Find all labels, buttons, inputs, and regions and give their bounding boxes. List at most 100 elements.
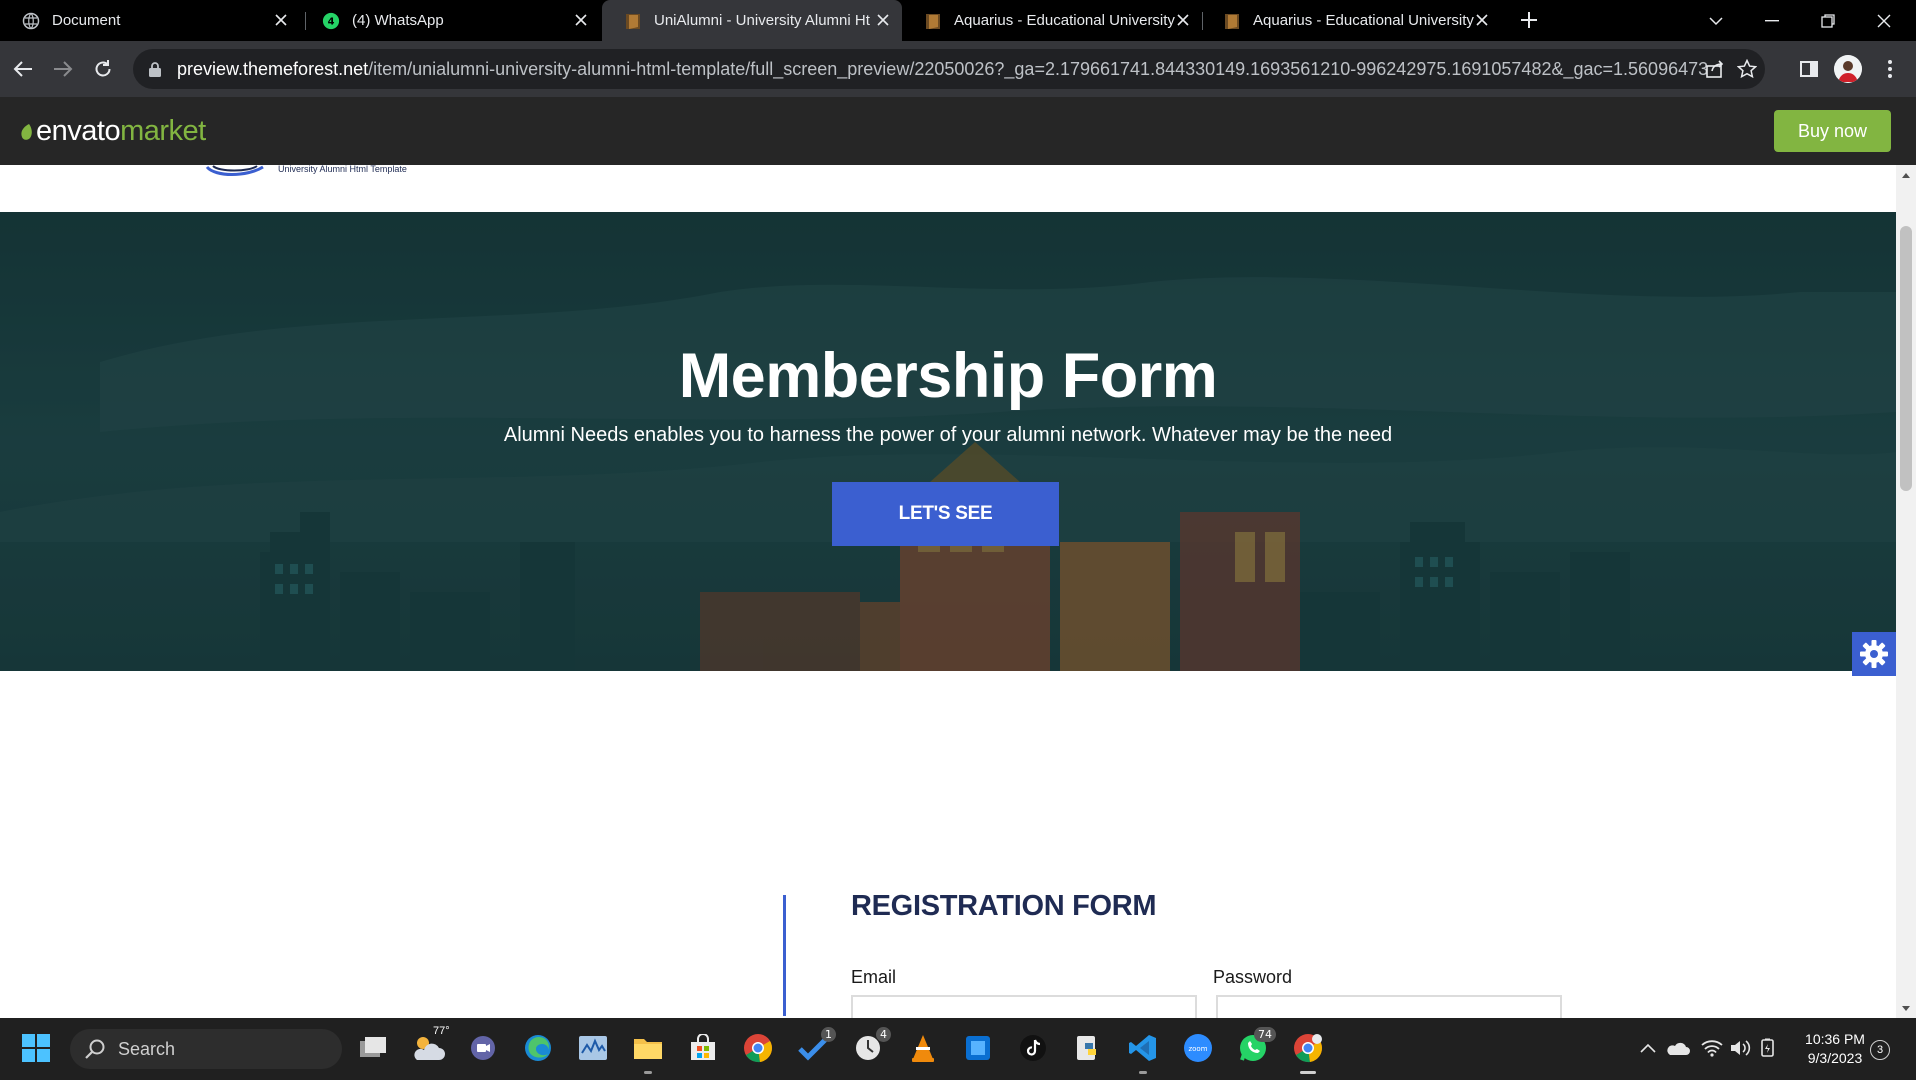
tiktok-icon[interactable] xyxy=(1016,1031,1050,1065)
forward-arrow-icon[interactable] xyxy=(48,54,78,84)
registration-accent-bar xyxy=(783,895,786,1016)
envato-market-logo[interactable]: envato market xyxy=(20,115,206,148)
tab-document[interactable]: Document xyxy=(0,0,300,41)
windows-start-icon[interactable] xyxy=(19,1031,53,1065)
reload-icon[interactable] xyxy=(88,54,118,84)
whatsapp-icon: 4 xyxy=(322,12,340,30)
clock-badge: 4 xyxy=(876,1027,891,1042)
address-bar[interactable]: preview.themeforest.net/item/unialumni-u… xyxy=(133,49,1765,89)
windows-taskbar: Search 77° 1 4 zoom 74 10:36 PM 9/3/2023… xyxy=(0,1018,1916,1080)
search-icon xyxy=(85,1039,105,1059)
themeforest-icon xyxy=(924,12,942,30)
url-host: preview.themeforest.net xyxy=(177,58,369,79)
close-tab-icon[interactable] xyxy=(874,11,892,29)
weather-widget-icon[interactable]: 77° xyxy=(411,1025,450,1065)
active-indicator xyxy=(1300,1071,1316,1074)
chrome-active-icon[interactable] xyxy=(1291,1031,1325,1074)
tab-title: Aquarius - Educational University xyxy=(954,12,1175,29)
search-placeholder: Search xyxy=(118,1038,176,1059)
tab-title: Aquarius - Educational University xyxy=(1253,12,1474,29)
minimize-icon[interactable] xyxy=(1744,0,1800,41)
wifi-icon[interactable] xyxy=(1700,1036,1724,1060)
show-hidden-icons-chevron-icon[interactable] xyxy=(1636,1036,1660,1060)
tab-search-icon[interactable] xyxy=(1688,0,1744,41)
todo-badge: 1 xyxy=(821,1027,836,1042)
hero-banner: Membership Form Alumni Needs enables you… xyxy=(0,212,1896,671)
close-window-icon[interactable] xyxy=(1856,0,1912,41)
running-indicator xyxy=(1139,1071,1147,1074)
university-logo-icon[interactable] xyxy=(205,165,265,177)
scrollbar-thumb[interactable] xyxy=(1900,226,1912,491)
close-tab-icon[interactable] xyxy=(272,11,290,29)
system-clock[interactable]: 10:36 PM 9/3/2023 xyxy=(1795,1030,1875,1068)
clock-app-icon[interactable]: 4 xyxy=(851,1027,891,1065)
url-path: /item/unialumni-university-alumni-html-t… xyxy=(368,58,1707,79)
browser-toolbar: preview.themeforest.net/item/unialumni-u… xyxy=(0,41,1916,97)
scroll-up-arrow-icon[interactable] xyxy=(1901,171,1911,181)
vlc-icon[interactable] xyxy=(906,1031,940,1065)
tab-title: (4) WhatsApp xyxy=(352,12,444,29)
microsoft-store-icon[interactable] xyxy=(686,1031,720,1065)
vscode-icon[interactable] xyxy=(1126,1031,1160,1074)
running-indicator xyxy=(644,1071,652,1074)
tab-aquarius-2[interactable]: Aquarius - Educational University xyxy=(1201,0,1501,41)
registration-form-title: REGISTRATION FORM xyxy=(851,890,1157,922)
tab-aquarius-1[interactable]: Aquarius - Educational University xyxy=(902,0,1202,41)
bookmark-star-icon[interactable] xyxy=(1736,58,1758,79)
notification-count-badge[interactable]: 3 xyxy=(1870,1040,1890,1060)
clock-time: 10:36 PM xyxy=(1805,1031,1865,1047)
volume-icon[interactable] xyxy=(1728,1036,1752,1060)
themeforest-icon xyxy=(1223,12,1241,30)
lets-see-button[interactable]: LET'S SEE xyxy=(832,482,1059,546)
performance-monitor-icon[interactable] xyxy=(576,1031,610,1065)
tab-unialumni[interactable]: UniAlumni - University Alumni Ht xyxy=(602,0,902,41)
envato-preview-bar: envato market Buy now xyxy=(0,97,1916,165)
battery-icon[interactable] xyxy=(1756,1036,1780,1060)
todo-icon[interactable]: 1 xyxy=(796,1027,836,1065)
tab-title: UniAlumni - University Alumni Ht xyxy=(654,12,870,29)
site-logo-tagline: University Alumni Html Template xyxy=(278,165,407,174)
settings-gear-button[interactable] xyxy=(1852,632,1896,676)
close-tab-icon[interactable] xyxy=(1174,11,1192,29)
close-tab-icon[interactable] xyxy=(1473,11,1491,29)
whatsapp-badge: 74 xyxy=(1254,1027,1276,1042)
globe-icon xyxy=(22,12,40,30)
onedrive-cloud-icon[interactable] xyxy=(1666,1036,1690,1060)
tab-whatsapp[interactable]: 4 (4) WhatsApp xyxy=(300,0,600,41)
envato-leaf-icon xyxy=(21,123,32,140)
new-tab-icon[interactable] xyxy=(1518,9,1540,31)
teams-chat-icon[interactable] xyxy=(466,1031,500,1065)
restore-icon[interactable] xyxy=(1800,0,1856,41)
profile-avatar[interactable] xyxy=(1834,55,1862,83)
clock-date: 9/3/2023 xyxy=(1807,1050,1863,1066)
back-arrow-icon[interactable] xyxy=(8,54,38,84)
lock-icon[interactable] xyxy=(148,61,162,77)
file-explorer-icon[interactable] xyxy=(631,1031,665,1074)
chrome-icon[interactable] xyxy=(741,1031,775,1065)
more-menu-icon[interactable] xyxy=(1876,55,1904,83)
browser-tab-strip: Document 4 (4) WhatsApp UniAlumni - Univ… xyxy=(0,0,1916,41)
password-field[interactable] xyxy=(1216,995,1562,1018)
share-icon[interactable] xyxy=(1705,59,1725,79)
weather-temperature: 77° xyxy=(433,1025,450,1037)
page-scrollbar[interactable] xyxy=(1896,165,1916,1018)
logo-word-envato: envato xyxy=(36,115,121,147)
close-tab-icon[interactable] xyxy=(572,11,590,29)
email-label: Email xyxy=(851,967,897,987)
zoom-icon[interactable]: zoom xyxy=(1181,1031,1215,1065)
edge-browser-icon[interactable] xyxy=(521,1031,555,1065)
virtual-machine-icon[interactable] xyxy=(961,1031,995,1065)
whatsapp-taskbar-icon[interactable]: 74 xyxy=(1236,1027,1276,1065)
scroll-down-arrow-icon[interactable] xyxy=(1901,1003,1911,1013)
email-field[interactable] xyxy=(851,995,1197,1018)
side-panel-icon[interactable] xyxy=(1795,55,1823,83)
themeforest-icon xyxy=(624,12,642,30)
taskbar-search[interactable]: Search xyxy=(70,1029,342,1069)
tab-title: Document xyxy=(52,12,121,29)
task-view-icon[interactable] xyxy=(356,1031,390,1065)
python-installer-icon[interactable] xyxy=(1071,1031,1105,1065)
buy-now-button[interactable]: Buy now xyxy=(1774,110,1891,152)
logo-word-market: market xyxy=(120,115,206,147)
gear-icon xyxy=(1860,640,1888,668)
hero-subtitle: Alumni Needs enables you to harness the … xyxy=(503,424,1393,446)
